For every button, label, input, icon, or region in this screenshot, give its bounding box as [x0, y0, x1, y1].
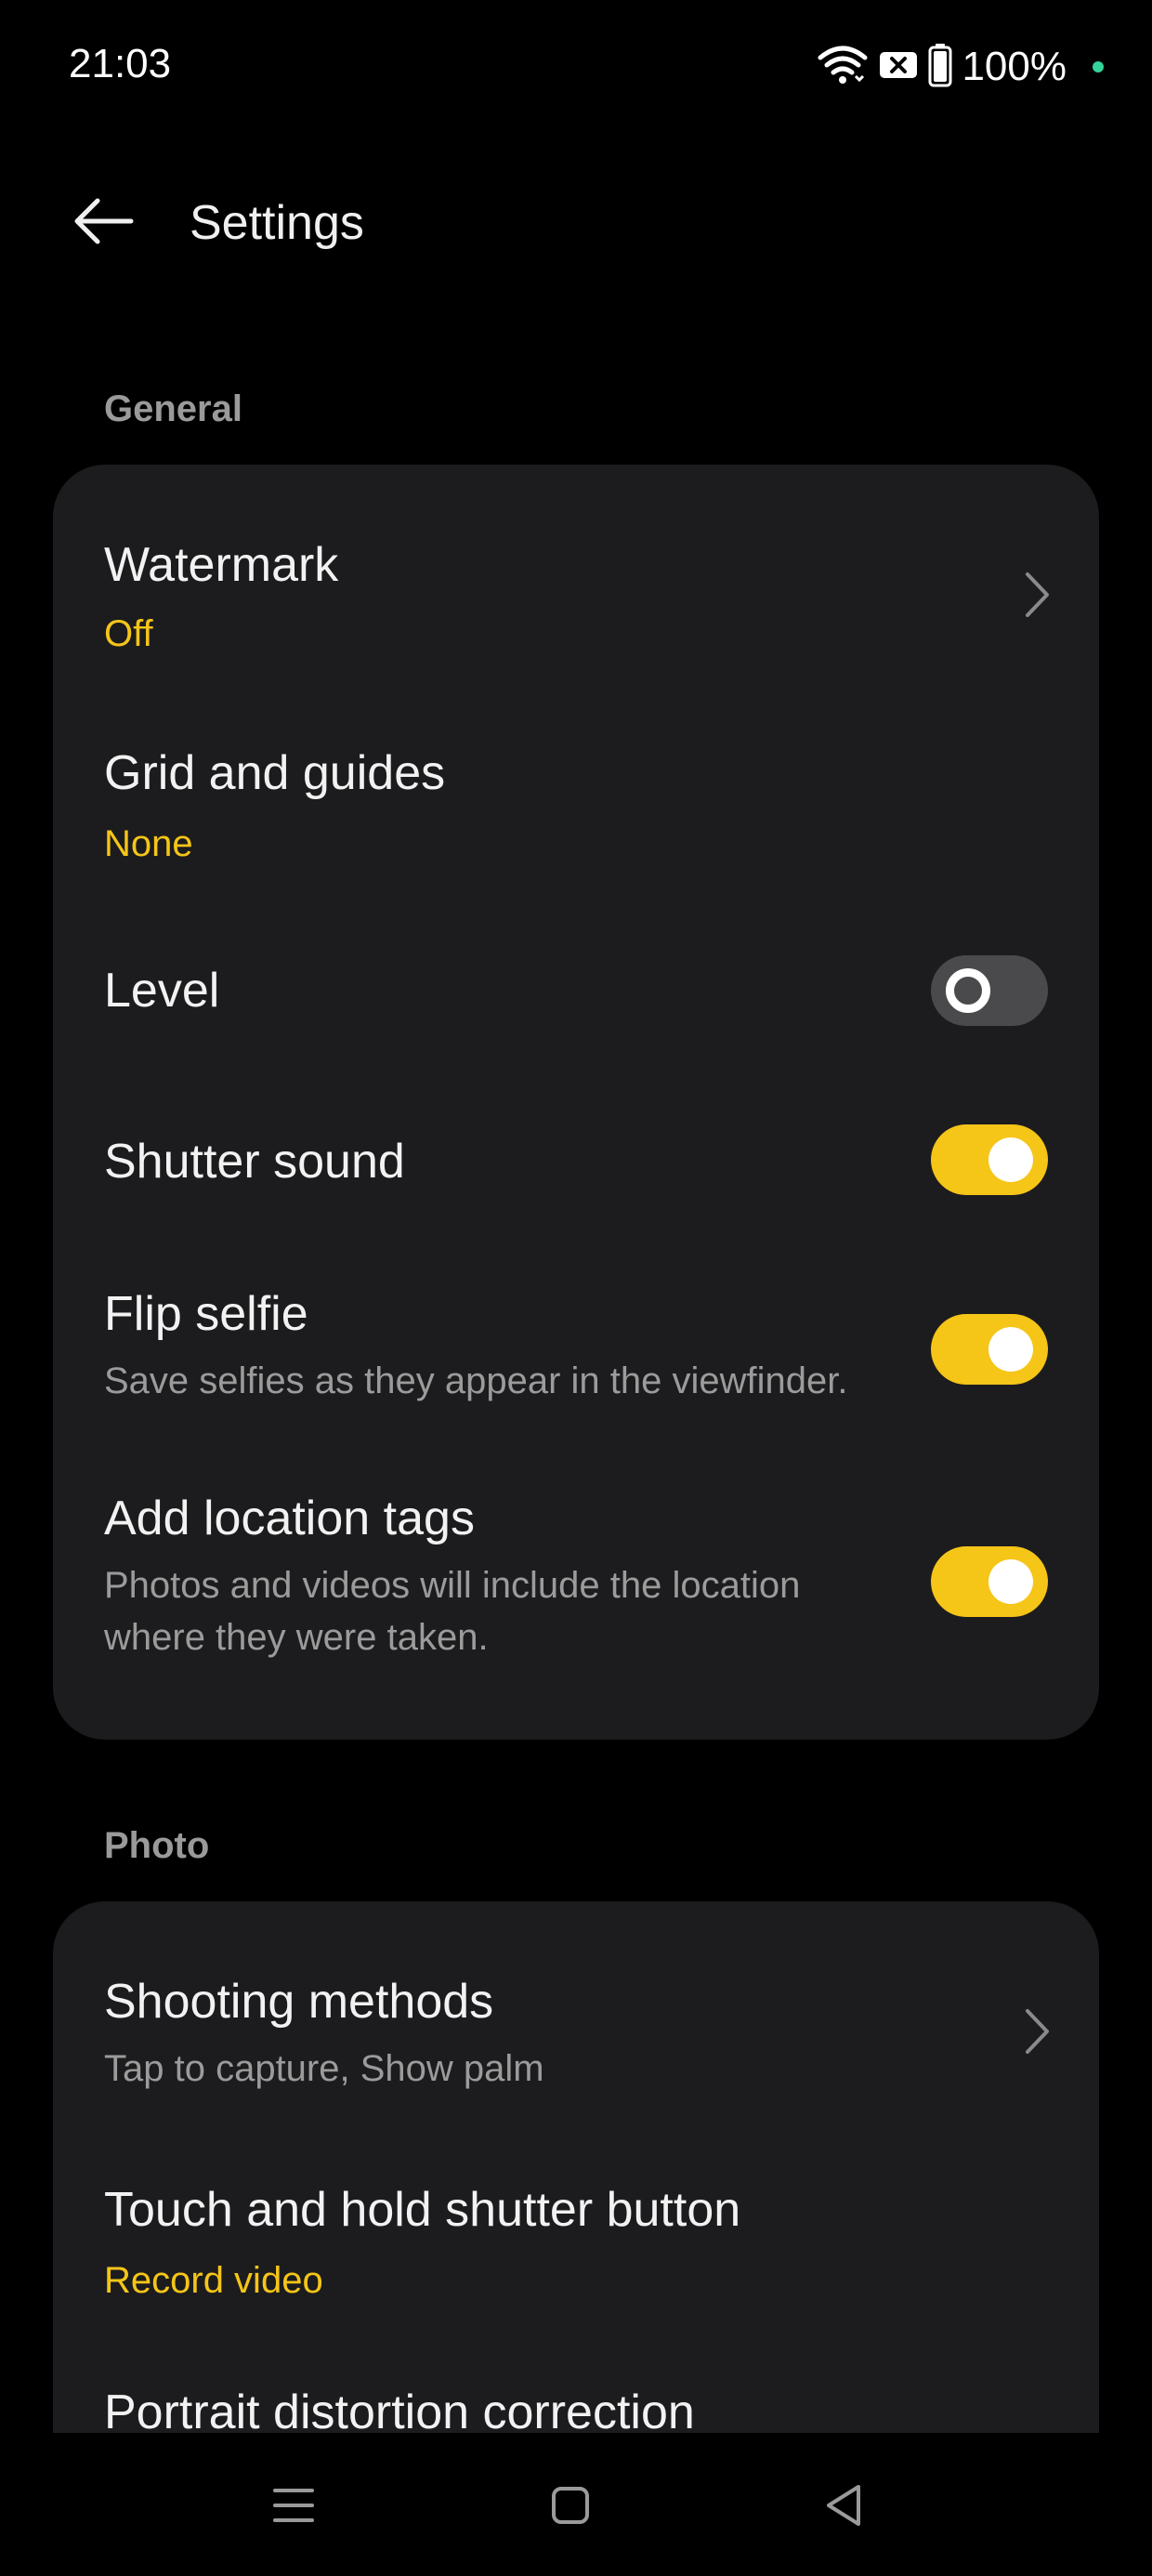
toggle-knob	[988, 1137, 1033, 1182]
page-title: Settings	[190, 196, 364, 250]
menu-icon	[271, 2485, 316, 2530]
add-location-tags-toggle[interactable]	[931, 1546, 1048, 1617]
general-settings-card: Watermark Off Grid and guides None Level…	[53, 465, 1099, 1740]
setting-title: Flip selfie	[104, 1287, 308, 1341]
section-label-photo: Photo	[104, 1825, 210, 1866]
setting-title: Add location tags	[104, 1492, 475, 1545]
setting-title: Grid and guides	[104, 746, 446, 800]
setting-flip-selfie[interactable]: Flip selfie Save selfies as they appear …	[53, 1212, 1099, 1416]
back-triangle-icon	[823, 2483, 864, 2532]
chevron-right-icon	[1019, 2004, 1056, 2059]
setting-shooting-methods[interactable]: Shooting methods Tap to capture, Show pa…	[53, 1901, 1099, 2108]
setting-title: Shutter sound	[104, 1135, 405, 1189]
setting-description: Photos and videos will include the locat…	[104, 1559, 903, 1663]
setting-value: Record video	[104, 2260, 323, 2301]
setting-level[interactable]: Level	[53, 877, 1099, 1045]
setting-value: None	[104, 823, 193, 864]
setting-touch-and-hold-shutter[interactable]: Touch and hold shutter button Record vid…	[53, 2108, 1099, 2314]
status-time: 21:03	[69, 41, 172, 86]
status-dot	[1093, 61, 1104, 72]
setting-grid-and-guides[interactable]: Grid and guides None	[53, 671, 1099, 877]
arrow-left-icon	[73, 198, 135, 249]
setting-value: Off	[104, 613, 153, 654]
battery-percentage: 100%	[962, 44, 1067, 89]
app-bar: Settings	[0, 158, 1152, 288]
home-button[interactable]	[533, 2470, 608, 2544]
chevron-right-icon	[1019, 567, 1056, 623]
sim-blocked-icon	[878, 48, 919, 86]
setting-title: Portrait distortion correction	[104, 2385, 695, 2439]
setting-description: Save selfies as they appear in the viewf…	[104, 1360, 848, 1401]
navigation-bar	[0, 2433, 1152, 2576]
back-nav-button[interactable]	[806, 2470, 881, 2544]
description-line: where they were taken.	[104, 1617, 489, 1658]
description-line: Photos and videos will include the locat…	[104, 1565, 801, 1606]
battery-icon	[928, 43, 952, 92]
toggle-knob	[988, 1327, 1033, 1372]
back-button[interactable]	[58, 186, 151, 260]
setting-title: Shooting methods	[104, 1975, 494, 2029]
setting-title: Level	[104, 964, 220, 1018]
home-square-icon	[550, 2485, 591, 2530]
setting-description: Tap to capture, Show palm	[104, 2048, 544, 2089]
setting-title: Touch and hold shutter button	[104, 2183, 741, 2237]
setting-add-location-tags[interactable]: Add location tags Photos and videos will…	[53, 1416, 1099, 1740]
setting-shutter-sound[interactable]: Shutter sound	[53, 1045, 1099, 1212]
toggle-knob	[946, 968, 990, 1013]
setting-title: Watermark	[104, 538, 339, 592]
shutter-sound-toggle[interactable]	[931, 1124, 1048, 1195]
section-label-general: General	[104, 388, 242, 429]
toggle-knob	[988, 1559, 1033, 1604]
level-toggle[interactable]	[931, 955, 1048, 1026]
flip-selfie-toggle[interactable]	[931, 1314, 1048, 1385]
recent-apps-button[interactable]	[256, 2470, 331, 2544]
status-icons: 100%	[817, 41, 1104, 93]
setting-watermark[interactable]: Watermark Off	[53, 465, 1099, 671]
wifi-icon	[817, 45, 869, 90]
status-bar: 21:03 100%	[0, 0, 1152, 139]
